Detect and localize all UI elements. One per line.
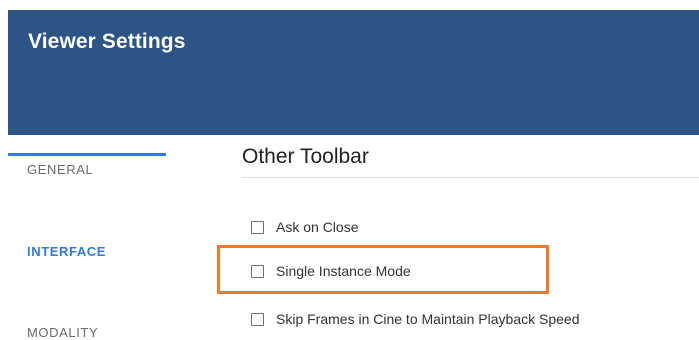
section-title: Other Toolbar	[242, 145, 369, 168]
window-top-margin	[0, 0, 699, 10]
header-bar: Viewer Settings	[8, 10, 699, 135]
sidebar-item-interface[interactable]: INTERFACE	[27, 244, 106, 259]
sidebar-item-modality[interactable]: MODALITY	[27, 325, 98, 340]
page-title: Viewer Settings	[28, 30, 186, 53]
option-label: Ask on Close	[276, 219, 359, 235]
active-tab-indicator	[8, 153, 166, 156]
highlight-annotation-box	[217, 245, 549, 294]
settings-content: Other Toolbar Ask on Close Single Instan…	[180, 135, 699, 335]
settings-sidebar: GENERAL INTERFACE MODALITY	[0, 135, 180, 340]
option-label: Skip Frames in Cine to Maintain Playback…	[276, 311, 580, 327]
option-skip-frames[interactable]: Skip Frames in Cine to Maintain Playback…	[251, 309, 579, 329]
ask-on-close-checkbox[interactable]	[251, 220, 264, 234]
section-divider	[242, 177, 699, 178]
sidebar-item-general[interactable]: GENERAL	[27, 162, 93, 177]
skip-frames-checkbox[interactable]	[251, 312, 264, 326]
option-ask-on-close[interactable]: Ask on Close	[251, 217, 358, 237]
